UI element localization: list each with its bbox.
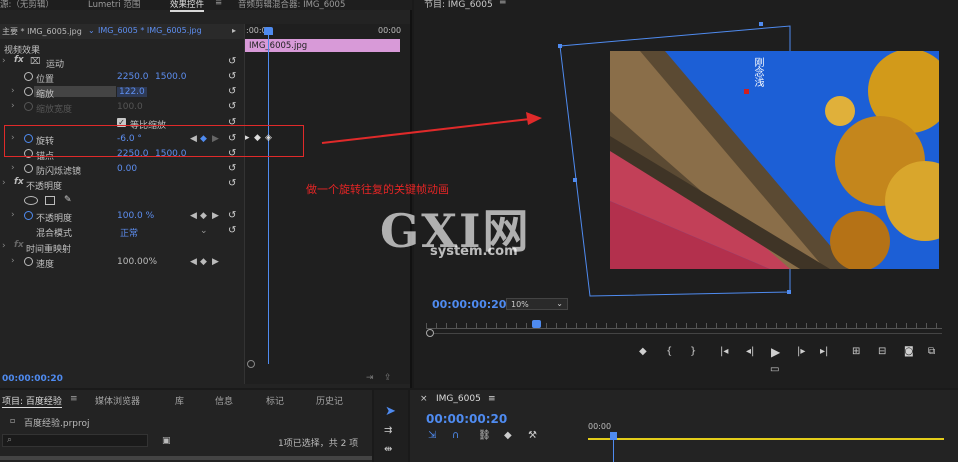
- monitor-playhead[interactable]: [532, 320, 541, 328]
- tab-history[interactable]: 历史记: [316, 394, 343, 407]
- selection-info: 1项已选择，共 2 项: [278, 439, 359, 449]
- step-back-icon[interactable]: ◂|: [746, 346, 754, 357]
- tab-project[interactable]: 项目: 百度经验: [2, 394, 62, 408]
- timeline-panel: × IMG_6005 ≡ 00:00:00:20 ⇲ ∩ ⛓ ◆ ⚒ 00:00: [410, 390, 958, 462]
- new-bin-icon[interactable]: ▣: [162, 436, 171, 446]
- add-marker-icon[interactable]: ◆: [639, 346, 647, 357]
- watermark-domain: system.com: [430, 244, 518, 259]
- close-icon[interactable]: ×: [420, 394, 428, 404]
- track-select-tool-icon[interactable]: ⇉: [384, 425, 392, 436]
- lift-icon[interactable]: ⊞: [852, 346, 860, 357]
- extract-icon[interactable]: ⊟: [878, 346, 886, 357]
- linked-selection-icon[interactable]: ⛓: [478, 430, 491, 441]
- tab-media-browser[interactable]: 媒体浏览器: [95, 394, 140, 407]
- program-frame-image[interactable]: 刚念浅: [610, 51, 939, 269]
- chevron-down-icon: ⌄: [556, 299, 563, 308]
- program-timecode[interactable]: 00:00:00:20: [432, 298, 506, 311]
- add-marker-icon[interactable]: ◆: [504, 430, 512, 441]
- project-file-name[interactable]: 百度经验.prproj: [24, 416, 90, 429]
- ripple-edit-tool-icon[interactable]: ⇹: [384, 444, 392, 455]
- transform-handle[interactable]: [573, 178, 577, 182]
- photo-illustration: [610, 51, 939, 269]
- panel-menu-icon[interactable]: ≡: [488, 394, 496, 404]
- comparison-view-icon[interactable]: ⧉: [928, 346, 935, 357]
- ruler-start-label: 00:00: [588, 422, 612, 431]
- transform-handle[interactable]: [787, 290, 791, 294]
- nest-icon[interactable]: ⇲: [428, 430, 436, 441]
- sequence-playhead-handle[interactable]: [610, 432, 617, 440]
- monitor-scrollbar[interactable]: [434, 333, 942, 334]
- sequence-timecode[interactable]: 00:00:00:20: [426, 412, 507, 426]
- sequence-ruler[interactable]: [588, 434, 944, 440]
- project-search-input[interactable]: ⌕: [2, 434, 148, 447]
- go-to-out-icon[interactable]: ▸|: [820, 346, 828, 357]
- project-panel: 项目: 百度经验 ≡ 媒体浏览器 库 信息 标记 历史记 ▫ 百度经验.prpr…: [0, 390, 372, 462]
- seal-stamp: [744, 89, 749, 94]
- mark-in-icon[interactable]: {: [666, 346, 672, 357]
- sequence-tab[interactable]: IMG_6005: [436, 394, 481, 404]
- annotation-arrowhead: [526, 112, 542, 125]
- tab-markers[interactable]: 标记: [266, 394, 284, 407]
- play-icon[interactable]: ▶: [771, 345, 780, 359]
- selection-tool-icon[interactable]: ➤: [385, 404, 396, 419]
- annotation-arrow-line: [321, 118, 531, 144]
- wrench-icon[interactable]: ⚒: [528, 430, 537, 441]
- image-caption: 刚念浅: [752, 57, 763, 87]
- tab-info[interactable]: 信息: [215, 394, 233, 407]
- zoom-handle-icon[interactable]: [426, 329, 434, 337]
- sequence-playhead-line: [613, 440, 614, 462]
- button-editor-icon[interactable]: ▭: [770, 364, 779, 375]
- export-frame-icon[interactable]: ◙: [904, 346, 914, 357]
- snap-icon[interactable]: ∩: [452, 430, 459, 441]
- step-forward-icon[interactable]: |▸: [797, 346, 805, 357]
- monitor-ruler[interactable]: [426, 323, 942, 329]
- transform-handle[interactable]: [759, 22, 763, 26]
- search-icon: ⌕: [7, 435, 13, 445]
- project-file-icon: ▫: [10, 416, 16, 425]
- transform-handle[interactable]: [558, 44, 562, 48]
- zoom-select[interactable]: 10% ⌄: [506, 298, 568, 310]
- tab-libraries[interactable]: 库: [175, 394, 184, 407]
- zoom-value: 10%: [511, 300, 529, 309]
- mark-out-icon[interactable]: }: [690, 346, 696, 357]
- panel-menu-icon[interactable]: ≡: [70, 394, 78, 404]
- project-scrollbar[interactable]: [0, 456, 372, 460]
- go-to-in-icon[interactable]: |◂: [720, 346, 728, 357]
- tools-panel: ➤ ⇉ ⇹: [374, 390, 408, 462]
